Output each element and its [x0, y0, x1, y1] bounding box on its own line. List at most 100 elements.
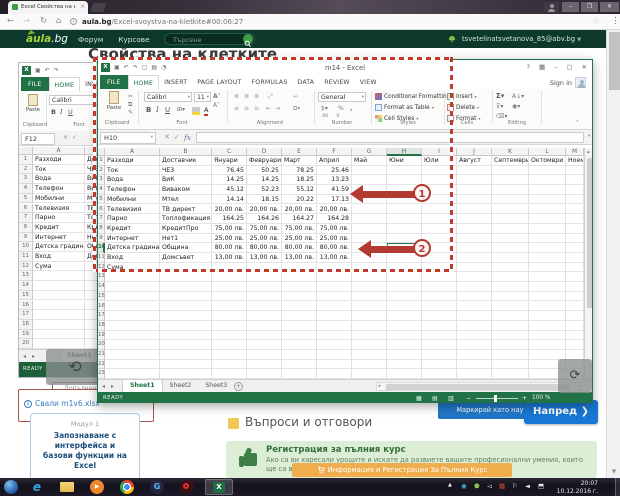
row-header-10[interactable]: 10: [98, 243, 105, 253]
align-left-icon[interactable]: ≡: [234, 105, 239, 112]
cell-C21[interactable]: [212, 350, 247, 360]
back-icon[interactable]: ←: [7, 16, 14, 26]
copy-icon[interactable]: ⧉: [128, 101, 132, 109]
row-header-22[interactable]: 22: [98, 360, 105, 370]
cell-K3[interactable]: [492, 175, 529, 185]
cell-D16[interactable]: [247, 302, 282, 312]
cell-E16[interactable]: [282, 302, 317, 312]
cancel-icon[interactable]: ✕: [63, 134, 68, 141]
cell-I23[interactable]: [422, 369, 457, 379]
cell-G20[interactable]: [352, 340, 387, 350]
cell-C3[interactable]: 14.25: [212, 175, 247, 185]
help-icon[interactable]: ?: [527, 63, 530, 71]
print-preview-icon[interactable]: ◔: [161, 64, 166, 71]
sheet-nav-left-icon[interactable]: ◂: [23, 353, 26, 360]
cell-K18[interactable]: [492, 321, 529, 331]
hscroll-thumb[interactable]: [386, 384, 570, 390]
cell-D13[interactable]: [247, 272, 282, 282]
cell-D20[interactable]: [247, 340, 282, 350]
cell-B8[interactable]: КредитПро: [160, 224, 212, 234]
cell-H21[interactable]: [387, 350, 422, 360]
tray-expand-icon[interactable]: ▲: [448, 482, 452, 488]
cell-L5[interactable]: [529, 195, 566, 205]
cell-F15[interactable]: [317, 292, 352, 302]
cell-D9[interactable]: 25,00 лв.: [247, 234, 282, 244]
cell-A14[interactable]: [105, 282, 160, 292]
open-icon[interactable]: ▤: [151, 64, 157, 71]
cell-L9[interactable]: [529, 234, 566, 244]
cell-E2[interactable]: 78.25: [282, 166, 317, 176]
excel-restore-icon[interactable]: ▢: [566, 63, 572, 71]
cell-E15[interactable]: [282, 292, 317, 302]
cell-F22[interactable]: [317, 360, 352, 370]
flag-icon[interactable]: ⚐: [512, 482, 518, 490]
cell-D21[interactable]: [247, 350, 282, 360]
bg-col-header-A[interactable]: A: [33, 147, 85, 155]
cell-J14[interactable]: [457, 282, 492, 292]
ribbon-tab-review[interactable]: REVIEW: [319, 75, 355, 89]
cell-E23[interactable]: [282, 369, 317, 379]
merge-center-icon[interactable]: ⧉▾: [293, 105, 300, 113]
cell-E6[interactable]: 20,00 лв.: [282, 205, 317, 215]
ribbon-tab-home[interactable]: HOME: [128, 75, 160, 89]
number-format-combo[interactable]: General▾: [318, 92, 366, 102]
media-player-icon[interactable]: ▶: [90, 480, 104, 494]
cell-M4[interactable]: [566, 185, 584, 195]
comma-style-icon[interactable]: ,: [350, 105, 352, 112]
row-header-6[interactable]: 6: [98, 205, 105, 215]
cell-M19[interactable]: [566, 331, 584, 341]
vscroll-thumb[interactable]: [587, 158, 593, 308]
nav-link-Курсове[interactable]: Курсове: [118, 35, 149, 44]
cell-E1[interactable]: Март: [282, 156, 317, 166]
cell-M9[interactable]: [566, 234, 584, 244]
cell-E22[interactable]: [282, 360, 317, 370]
cell-M13[interactable]: [566, 272, 584, 282]
window-minimize-button[interactable]: –: [562, 2, 579, 12]
grid-vscrollbar[interactable]: ▴: [584, 148, 593, 379]
excel-minimize-icon[interactable]: –: [554, 63, 557, 71]
cell-B17[interactable]: [160, 311, 212, 321]
cell-J21[interactable]: [457, 350, 492, 360]
cell-F17[interactable]: [317, 311, 352, 321]
cell-C18[interactable]: [212, 321, 247, 331]
decrease-decimal-icon[interactable]: .0: [335, 114, 339, 119]
cell-K17[interactable]: [492, 311, 529, 321]
bg-ribbon-tab-file[interactable]: FILE: [21, 77, 49, 91]
cell-G21[interactable]: [352, 350, 387, 360]
cell-D14[interactable]: [247, 282, 282, 292]
currency-icon[interactable]: $▾: [321, 105, 328, 112]
cell-C22[interactable]: [212, 360, 247, 370]
cell-F6[interactable]: 20,00 лв.: [317, 205, 352, 215]
cell-G13[interactable]: [352, 272, 387, 282]
cell-C2[interactable]: 76.45: [212, 166, 247, 176]
cell-I17[interactable]: [422, 311, 457, 321]
redo-icon[interactable]: ↷: [133, 64, 138, 71]
cell-D6[interactable]: 20,00 лв.: [247, 205, 282, 215]
cell-M14[interactable]: [566, 282, 584, 292]
player-control-overlay-icon[interactable]: ⟳: [558, 359, 592, 393]
orientation-icon[interactable]: ⤢: [268, 93, 273, 101]
cell-M3[interactable]: [566, 175, 584, 185]
show-desktop-button[interactable]: [615, 478, 620, 496]
cell-J16[interactable]: [457, 302, 492, 312]
formula-expand-icon[interactable]: ▾: [588, 134, 590, 139]
cell-C20[interactable]: [212, 340, 247, 350]
cell-I14[interactable]: [422, 282, 457, 292]
security-shield-icon[interactable]: ⬟: [474, 482, 480, 490]
cell-B7[interactable]: Топлофикация: [160, 214, 212, 224]
autosum-icon[interactable]: Σ▾: [496, 92, 504, 100]
cell-K1[interactable]: Септември: [492, 156, 529, 166]
enter-icon[interactable]: ✓: [72, 134, 77, 141]
cell-C9[interactable]: 25,00 лв.: [212, 234, 247, 244]
cell-A6[interactable]: Телевизия: [105, 205, 160, 215]
cell-A16[interactable]: [105, 302, 160, 312]
shrink-font-icon[interactable]: A˅: [213, 102, 220, 109]
cell-H18[interactable]: [387, 321, 422, 331]
cell-F2[interactable]: 25.46: [317, 166, 352, 176]
cell-L3[interactable]: [529, 175, 566, 185]
ribbon-tab-view[interactable]: VIEW: [355, 75, 382, 89]
gom-player-icon[interactable]: G: [150, 480, 164, 494]
chrome-icon[interactable]: [120, 480, 134, 494]
cell-A13[interactable]: [105, 272, 160, 282]
cell-I15[interactable]: [422, 292, 457, 302]
